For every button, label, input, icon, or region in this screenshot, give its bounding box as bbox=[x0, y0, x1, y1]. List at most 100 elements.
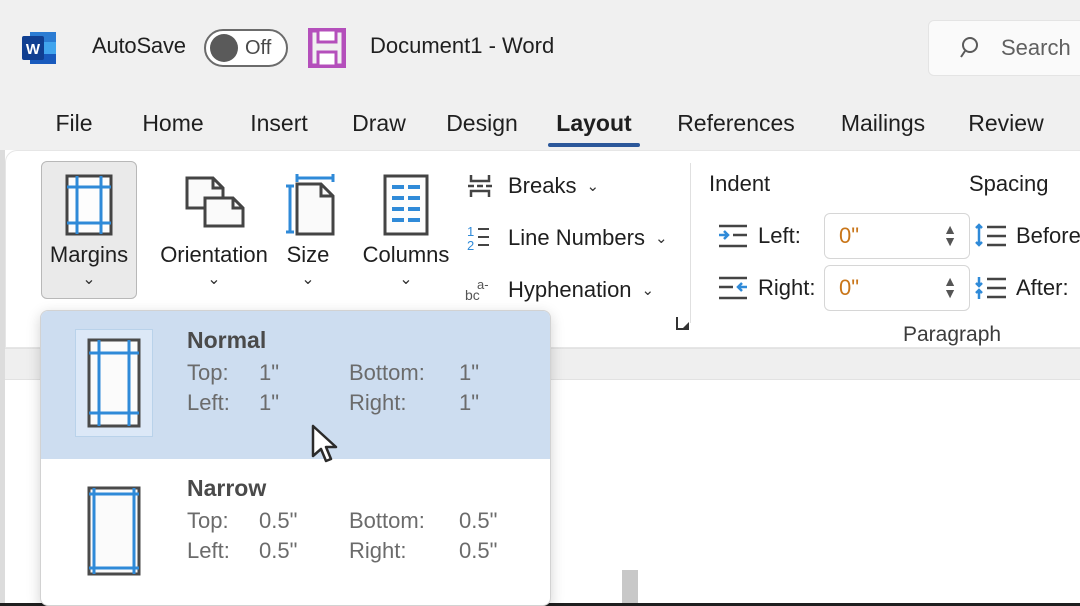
narrow-margins-text: Narrow Top: 0.5" Bottom: 0.5" Left: 0.5"… bbox=[187, 475, 519, 564]
indent-left-stepper[interactable]: ▲ ▼ bbox=[943, 224, 957, 248]
spacing-before-icon bbox=[974, 221, 1008, 251]
tab-label: References bbox=[677, 110, 795, 137]
tab-design[interactable]: Design bbox=[434, 96, 530, 150]
search-box[interactable]: Search bbox=[928, 20, 1080, 76]
value: 0.5" bbox=[259, 538, 349, 564]
indent-left-label: Left: bbox=[758, 223, 801, 249]
svg-text:W: W bbox=[26, 41, 41, 58]
tab-label: Draw bbox=[352, 110, 406, 137]
label: Left: bbox=[187, 538, 259, 564]
value: 0.5" bbox=[459, 508, 519, 534]
title-bar: W AutoSave Off Document1 - Word Se bbox=[0, 0, 1080, 96]
svg-text:a-: a- bbox=[477, 277, 489, 292]
margins-label: Margins bbox=[50, 242, 128, 268]
normal-margins-values: Top: 1" Bottom: 1" Left: 1" Right: 1" bbox=[187, 360, 519, 416]
spacing-after-row: After: bbox=[974, 273, 1069, 303]
chevron-down-icon: ⌄ bbox=[642, 281, 655, 299]
chevron-down-icon: ⌄ bbox=[655, 229, 668, 247]
label: Bottom: bbox=[349, 360, 459, 386]
search-placeholder-text: Search bbox=[1001, 35, 1071, 61]
label: Bottom: bbox=[349, 508, 459, 534]
indent-right-stepper[interactable]: ▲ ▼ bbox=[943, 276, 957, 300]
orientation-button[interactable]: Orientation ⌄ bbox=[149, 161, 279, 299]
svg-text:1: 1 bbox=[467, 224, 474, 239]
size-label: Size bbox=[287, 242, 330, 268]
spacing-before-label: Before: bbox=[1016, 223, 1080, 249]
value: 1" bbox=[459, 360, 519, 386]
chevron-down-icon: ⌄ bbox=[82, 272, 95, 288]
columns-label: Columns bbox=[363, 242, 450, 268]
tab-mailings[interactable]: Mailings bbox=[826, 96, 940, 150]
size-button[interactable]: Size ⌄ bbox=[264, 161, 352, 299]
autosave-toggle[interactable]: Off bbox=[204, 29, 288, 67]
tab-label: Layout bbox=[556, 110, 631, 137]
tab-label: Mailings bbox=[841, 110, 925, 137]
orientation-icon bbox=[183, 174, 245, 236]
tab-label: Review bbox=[968, 110, 1043, 137]
chevron-down-icon: ⌄ bbox=[586, 177, 599, 195]
spacing-header: Spacing bbox=[969, 171, 1049, 197]
narrow-margins-title: Narrow bbox=[187, 475, 519, 502]
tab-label: File bbox=[55, 110, 92, 137]
value: 1" bbox=[259, 360, 349, 386]
orientation-label: Orientation bbox=[160, 242, 268, 268]
tab-review[interactable]: Review bbox=[958, 96, 1054, 150]
margins-dropdown-menu: Normal Top: 1" Bottom: 1" Left: 1" Right… bbox=[40, 310, 551, 606]
indent-header: Indent bbox=[709, 171, 770, 197]
autosave-state-label: Off bbox=[245, 37, 271, 60]
label: Right: bbox=[349, 538, 459, 564]
toggle-knob bbox=[210, 34, 238, 62]
normal-margins-text: Normal Top: 1" Bottom: 1" Left: 1" Right… bbox=[187, 327, 519, 416]
tab-draw[interactable]: Draw bbox=[336, 96, 422, 150]
stepper-down-icon[interactable]: ▼ bbox=[943, 236, 957, 248]
breaks-button[interactable]: Breaks ⌄ bbox=[464, 164, 599, 208]
line-numbers-button[interactable]: 1 2 Line Numbers ⌄ bbox=[464, 216, 668, 260]
indent-left-icon bbox=[716, 221, 750, 251]
value: 0.5" bbox=[259, 508, 349, 534]
margins-option-narrow[interactable]: Narrow Top: 0.5" Bottom: 0.5" Left: 0.5"… bbox=[41, 459, 550, 606]
indent-right-input[interactable]: 0" ▲ ▼ bbox=[824, 265, 970, 311]
document-title: Document1 - Word bbox=[370, 33, 554, 59]
autosave-label: AutoSave bbox=[92, 33, 186, 59]
tab-layout[interactable]: Layout bbox=[548, 96, 640, 150]
search-icon bbox=[959, 35, 985, 61]
margins-option-normal[interactable]: Normal Top: 1" Bottom: 1" Left: 1" Right… bbox=[41, 311, 550, 459]
margins-icon bbox=[61, 174, 117, 236]
spacing-after-icon bbox=[974, 273, 1008, 303]
columns-button[interactable]: Columns ⌄ bbox=[351, 161, 461, 299]
narrow-margins-thumb-icon bbox=[75, 477, 153, 585]
paragraph-group-label: Paragraph bbox=[903, 323, 1001, 347]
ribbon-tab-strip: File Home Insert Draw Design Layout Refe… bbox=[0, 96, 1080, 150]
normal-margins-thumb-icon bbox=[75, 329, 153, 437]
spacing-after-label: After: bbox=[1016, 275, 1069, 301]
normal-margins-title: Normal bbox=[187, 327, 519, 354]
breaks-icon bbox=[464, 170, 496, 202]
tab-file[interactable]: File bbox=[38, 96, 110, 150]
tab-home[interactable]: Home bbox=[124, 96, 222, 150]
value: 0.5" bbox=[459, 538, 519, 564]
value: 1" bbox=[459, 390, 519, 416]
tab-references[interactable]: References bbox=[664, 96, 808, 150]
narrow-margins-values: Top: 0.5" Bottom: 0.5" Left: 0.5" Right:… bbox=[187, 508, 519, 564]
margins-button[interactable]: Margins ⌄ bbox=[41, 161, 137, 299]
hyphenation-label: Hyphenation bbox=[508, 277, 632, 303]
indent-right-row: Right: bbox=[716, 273, 815, 303]
hyphenation-button[interactable]: bc a- Hyphenation ⌄ bbox=[464, 268, 654, 312]
tab-insert[interactable]: Insert bbox=[234, 96, 324, 150]
stepper-down-icon[interactable]: ▼ bbox=[943, 288, 957, 300]
group-divider bbox=[690, 163, 691, 323]
indent-left-value: 0" bbox=[839, 223, 859, 249]
page-setup-dialog-launcher[interactable] bbox=[674, 314, 696, 336]
line-numbers-label: Line Numbers bbox=[508, 225, 645, 251]
indent-right-icon bbox=[716, 273, 750, 303]
indent-right-label: Right: bbox=[758, 275, 815, 301]
indent-left-input[interactable]: 0" ▲ ▼ bbox=[824, 213, 970, 259]
floppy-disk-save-icon[interactable] bbox=[308, 28, 346, 68]
page-edge-marker bbox=[622, 570, 638, 606]
tab-label: Insert bbox=[250, 110, 308, 137]
tab-label: Home bbox=[142, 110, 203, 137]
breaks-label: Breaks bbox=[508, 173, 576, 199]
chevron-down-icon: ⌄ bbox=[399, 272, 412, 288]
value: 1" bbox=[259, 390, 349, 416]
label: Left: bbox=[187, 390, 259, 416]
